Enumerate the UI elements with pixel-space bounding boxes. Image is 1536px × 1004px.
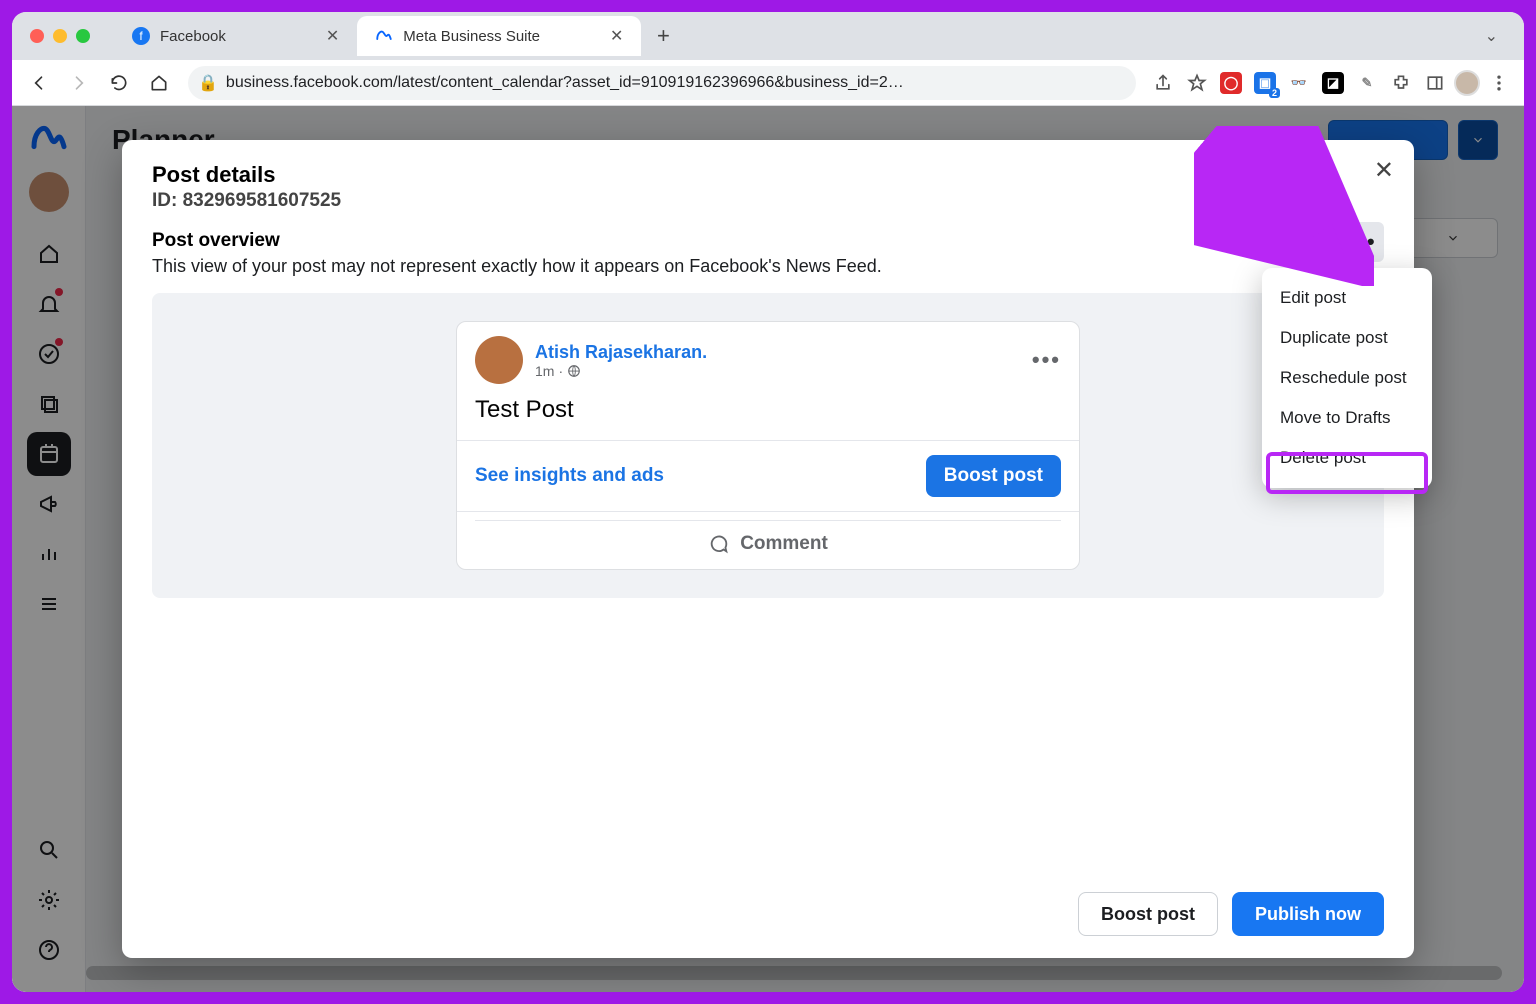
ellipsis-icon: ••• bbox=[1347, 229, 1376, 255]
post-preview-area: Atish Rajasekharan. 1m · ••• Test Post S… bbox=[152, 293, 1384, 598]
post-card-menu-button[interactable]: ••• bbox=[1032, 347, 1061, 373]
address-bar[interactable]: 🔒 business.facebook.com/latest/content_c… bbox=[188, 66, 1136, 100]
browser-tab-facebook[interactable]: f Facebook ✕ bbox=[114, 16, 357, 56]
bookmark-icon[interactable] bbox=[1182, 66, 1212, 100]
browser-tab-meta-suite[interactable]: Meta Business Suite ✕ bbox=[357, 16, 641, 56]
sidepanel-icon[interactable] bbox=[1420, 66, 1450, 100]
lock-icon: 🔒 bbox=[198, 73, 218, 93]
close-modal-button[interactable]: ✕ bbox=[1374, 156, 1394, 185]
share-icon[interactable] bbox=[1148, 66, 1178, 100]
ellipsis-icon: ••• bbox=[1032, 347, 1061, 372]
menu-move-to-drafts[interactable]: Move to Drafts bbox=[1262, 398, 1432, 438]
profile-avatar[interactable] bbox=[1454, 70, 1480, 96]
author-avatar[interactable] bbox=[475, 336, 523, 384]
browser-toolbar: 🔒 business.facebook.com/latest/content_c… bbox=[12, 60, 1524, 106]
titlebar: f Facebook ✕ Meta Business Suite ✕ + ⌄ bbox=[12, 12, 1524, 60]
new-tab-button[interactable]: + bbox=[649, 22, 677, 50]
menu-edit-post[interactable]: Edit post bbox=[1262, 278, 1432, 318]
url-text: business.facebook.com/latest/content_cal… bbox=[226, 74, 1126, 92]
ext-brush-icon[interactable]: ✎ bbox=[1352, 66, 1382, 100]
modal-title: Post details bbox=[152, 162, 1384, 188]
back-button[interactable] bbox=[22, 66, 56, 100]
ext-glasses-icon[interactable]: 👓 bbox=[1284, 66, 1314, 100]
post-options-menu: Edit post Duplicate post Reschedule post… bbox=[1262, 268, 1432, 488]
menu-duplicate-post[interactable]: Duplicate post bbox=[1262, 318, 1432, 358]
window-controls bbox=[30, 29, 90, 43]
globe-icon[interactable] bbox=[567, 364, 581, 378]
ext-dark-icon[interactable]: ◪ bbox=[1318, 66, 1348, 100]
post-card: Atish Rajasekharan. 1m · ••• Test Post S… bbox=[456, 321, 1080, 570]
tab-label: Facebook bbox=[160, 28, 226, 45]
comment-button[interactable]: Comment bbox=[457, 521, 1079, 569]
maximize-window-icon[interactable] bbox=[76, 29, 90, 43]
post-options-button[interactable]: ••• bbox=[1340, 222, 1384, 262]
see-insights-link[interactable]: See insights and ads bbox=[475, 465, 664, 487]
footer-boost-button[interactable]: Boost post bbox=[1078, 892, 1218, 936]
close-tab-icon[interactable]: ✕ bbox=[326, 26, 339, 46]
close-tab-icon[interactable]: ✕ bbox=[610, 26, 623, 46]
overview-desc: This view of your post may not represent… bbox=[152, 256, 882, 277]
tabs-menu-icon[interactable]: ⌄ bbox=[1485, 26, 1498, 46]
post-details-modal: ✕ Post details ID: 832969581607525 Post … bbox=[122, 140, 1414, 958]
post-timestamp[interactable]: 1m bbox=[535, 363, 554, 379]
post-body-text: Test Post bbox=[457, 390, 1079, 440]
post-id-label: ID: 832969581607525 bbox=[152, 190, 1384, 212]
author-name-link[interactable]: Atish Rajasekharan. bbox=[535, 342, 707, 363]
extensions-icon[interactable] bbox=[1386, 66, 1416, 100]
tab-label: Meta Business Suite bbox=[403, 28, 540, 45]
footer-publish-button[interactable]: Publish now bbox=[1232, 892, 1384, 936]
chrome-menu-icon[interactable] bbox=[1484, 66, 1514, 100]
menu-delete-post[interactable]: Delete post bbox=[1262, 438, 1432, 478]
forward-button[interactable] bbox=[62, 66, 96, 100]
close-window-icon[interactable] bbox=[30, 29, 44, 43]
home-button[interactable] bbox=[142, 66, 176, 100]
comment-icon bbox=[708, 533, 730, 555]
ext-devtools-icon[interactable]: ▣2 bbox=[1250, 66, 1280, 100]
overview-title: Post overview bbox=[152, 230, 882, 252]
minimize-window-icon[interactable] bbox=[53, 29, 67, 43]
menu-reschedule-post[interactable]: Reschedule post bbox=[1262, 358, 1432, 398]
reload-button[interactable] bbox=[102, 66, 136, 100]
ext-ublock-icon[interactable]: ◯ bbox=[1216, 66, 1246, 100]
boost-post-button[interactable]: Boost post bbox=[926, 455, 1061, 497]
meta-icon bbox=[375, 27, 393, 45]
facebook-icon: f bbox=[132, 27, 150, 45]
